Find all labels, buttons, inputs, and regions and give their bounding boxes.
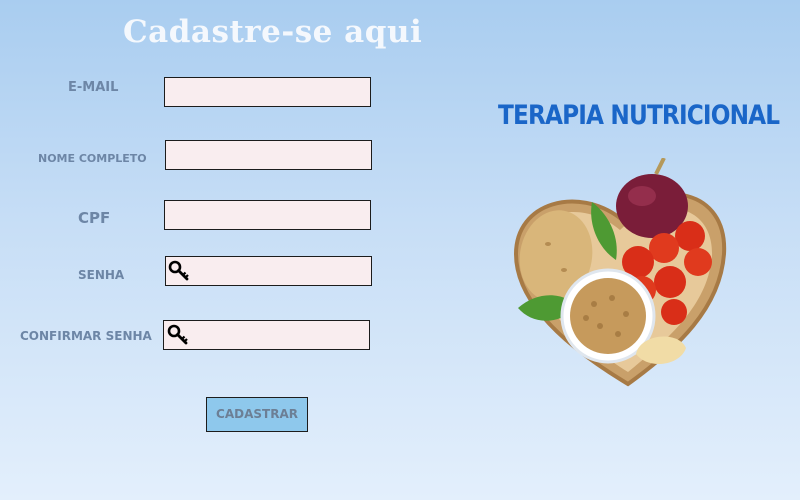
register-button[interactable]: CADASTRAR (206, 397, 308, 432)
cpf-field[interactable] (164, 200, 371, 230)
email-label: E-MAIL (68, 80, 119, 95)
password-label: SENHA (78, 268, 125, 282)
cpf-label: CPF (78, 209, 111, 227)
full-name-label: NOME COMPLETO (38, 152, 147, 165)
email-field[interactable] (164, 77, 371, 107)
key-icon (167, 324, 188, 345)
full-name-field[interactable] (165, 140, 372, 170)
brand-title: TERAPIA NUTRICIONAL (498, 100, 780, 131)
confirm-password-label: CONFIRMAR SENHA (20, 329, 152, 343)
key-icon (168, 260, 189, 281)
form-title: Cadastre-se aqui (123, 14, 423, 50)
heart-bowl-food-image (513, 158, 727, 387)
confirm-password-field[interactable] (163, 320, 370, 350)
password-field[interactable] (165, 256, 372, 286)
